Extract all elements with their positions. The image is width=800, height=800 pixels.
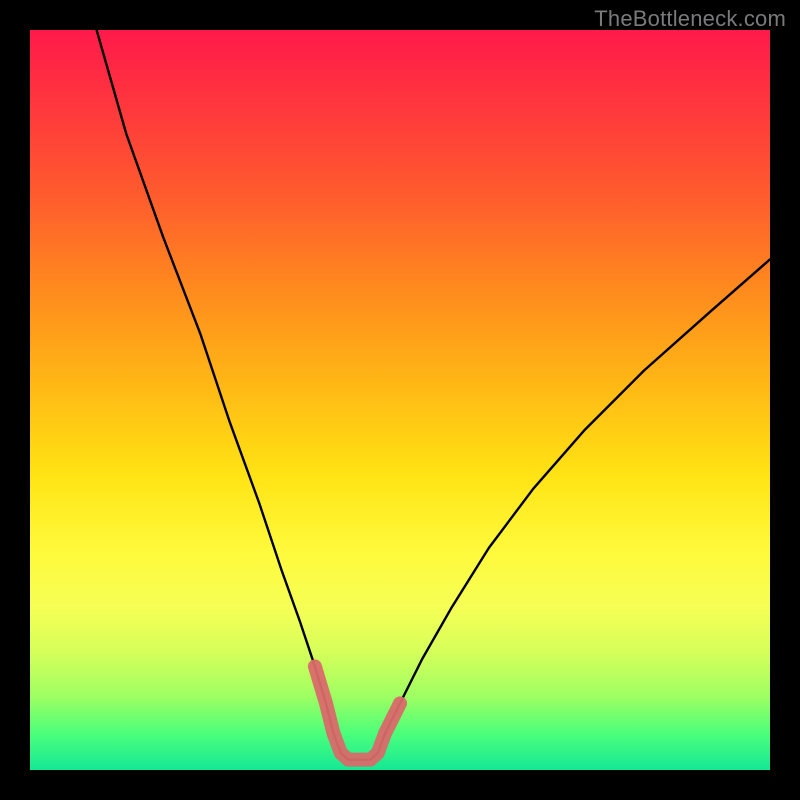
plot-area: [30, 30, 770, 770]
curve-layer: [30, 30, 770, 770]
bottleneck-curve: [97, 30, 770, 760]
chart-frame: TheBottleneck.com: [0, 0, 800, 800]
watermark-text: TheBottleneck.com: [594, 6, 786, 32]
valley-highlight: [315, 666, 400, 759]
